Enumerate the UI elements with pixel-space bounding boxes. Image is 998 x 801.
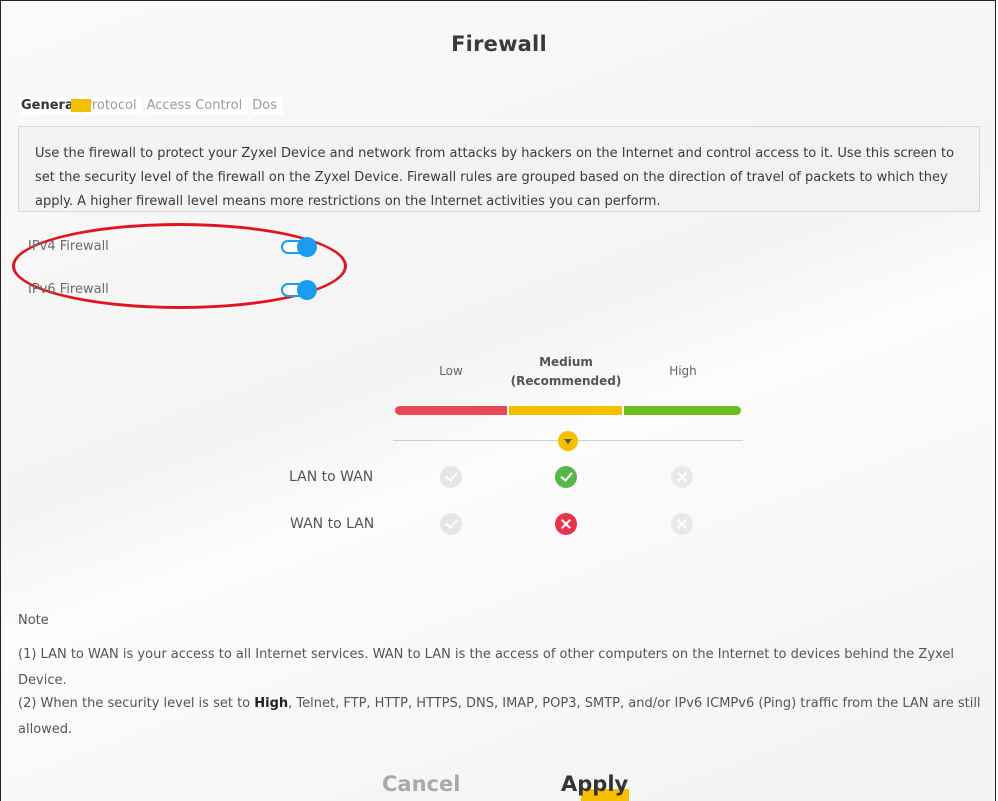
description-box: Use the firewall to protect your Zyxel D… bbox=[18, 126, 980, 212]
level-bar-low[interactable] bbox=[395, 406, 507, 415]
apply-button[interactable]: Apply bbox=[561, 772, 629, 801]
ipv4-firewall-toggle[interactable] bbox=[281, 237, 317, 257]
ipv4-firewall-label: IPv4 Firewall bbox=[28, 239, 109, 254]
tab-dos[interactable]: Dos bbox=[250, 97, 283, 115]
tab-access-control[interactable]: Access Control bbox=[144, 97, 249, 115]
level-medium-line1: Medium bbox=[539, 355, 593, 369]
close-icon bbox=[555, 513, 577, 535]
level-bar-medium[interactable] bbox=[509, 406, 622, 415]
level-medium-label: Medium (Recommended) bbox=[501, 353, 631, 391]
ipv6-firewall-label: IPv6 Firewall bbox=[28, 282, 109, 297]
level-high-label: High bbox=[669, 364, 697, 378]
ipv6-firewall-toggle[interactable] bbox=[281, 280, 317, 300]
direction-label-wan-to-lan: WAN to LAN bbox=[290, 516, 375, 532]
cancel-button[interactable]: Cancel bbox=[382, 772, 460, 796]
firewall-panel: Firewall General Protocol Access Control… bbox=[0, 0, 996, 801]
note-item-2: (2) When the security level is set to Hi… bbox=[18, 691, 988, 743]
note-item-1: (1) LAN to WAN is your access to all Int… bbox=[18, 647, 954, 688]
level-pointer-icon[interactable] bbox=[558, 431, 578, 451]
level-low-label: Low bbox=[439, 364, 463, 378]
level-bar-high[interactable] bbox=[624, 406, 741, 415]
close-icon bbox=[671, 466, 693, 488]
tab-protocol[interactable]: Protocol bbox=[82, 97, 143, 115]
page-title: Firewall bbox=[451, 32, 547, 56]
toggle-knob bbox=[297, 280, 317, 300]
tab-bar: General Protocol Access Control Dos bbox=[19, 97, 285, 115]
note-2-bold: High bbox=[254, 696, 289, 711]
check-icon bbox=[555, 466, 577, 488]
note-title: Note bbox=[18, 613, 49, 628]
active-tab-indicator bbox=[71, 99, 91, 112]
check-icon bbox=[440, 466, 462, 488]
check-icon bbox=[440, 513, 462, 535]
close-icon bbox=[671, 513, 693, 535]
direction-label-lan-to-wan: LAN to WAN bbox=[289, 469, 374, 485]
apply-button-label: Apply bbox=[561, 772, 629, 796]
toggle-knob bbox=[297, 237, 317, 257]
note-2-prefix: (2) When the security level is set to bbox=[18, 696, 255, 711]
level-medium-line2: (Recommended) bbox=[510, 374, 622, 388]
